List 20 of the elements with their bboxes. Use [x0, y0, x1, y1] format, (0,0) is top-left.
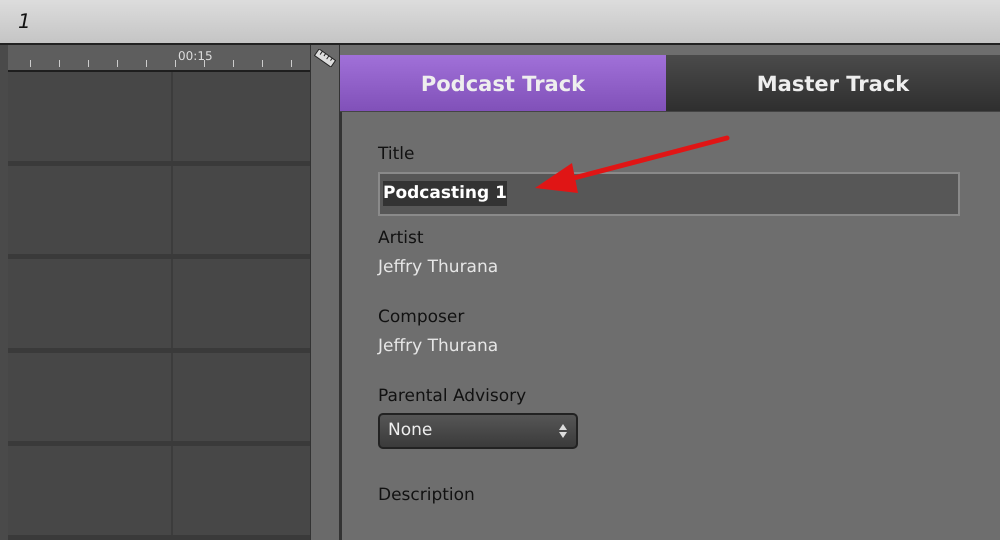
track-lane[interactable]	[8, 259, 310, 353]
field-label: Description	[378, 484, 476, 507]
field-label: Composer	[378, 306, 466, 328]
stepper-icon	[558, 423, 568, 439]
track-number: 1	[18, 9, 31, 33]
field-label: Parental Advisory	[378, 384, 528, 408]
field-value: Jeffry Thurana	[378, 335, 500, 358]
tab[interactable]: Podcast Track	[340, 55, 666, 111]
track-lane[interactable]	[8, 446, 310, 540]
field-value: Jeffry Thurana	[378, 256, 500, 279]
timeline-ruler[interactable]: 00:15	[8, 45, 310, 72]
time-label: 00:15	[178, 48, 213, 65]
field-label: Artist	[378, 226, 425, 250]
track-lane[interactable]	[8, 166, 310, 260]
tab[interactable]: Master Track	[666, 55, 1000, 111]
track-lane[interactable]	[8, 352, 310, 446]
field-label: Title	[378, 143, 416, 166]
select-dropdown[interactable]: None	[378, 413, 578, 449]
track-lane[interactable]	[8, 72, 310, 166]
title-field[interactable]: Podcasting 1	[378, 172, 960, 216]
